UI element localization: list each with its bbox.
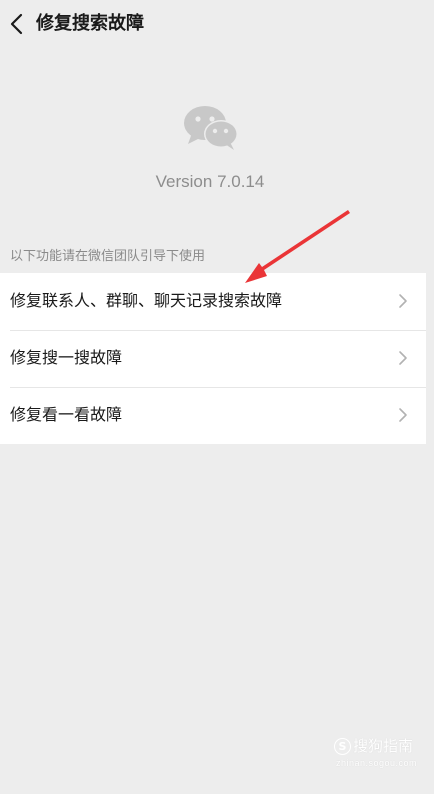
sogou-watermark: S 搜狗指南 zhinan.sogou.com [334, 737, 424, 771]
section-hint: 以下功能请在微信团队引导下使用 [10, 249, 206, 264]
header-bar: 修复搜索故障 [0, 0, 434, 48]
sogou-badge-icon: S [334, 738, 351, 755]
back-arrow-icon [10, 13, 23, 35]
chevron-right-icon [399, 408, 407, 422]
back-button[interactable] [6, 10, 30, 38]
chevron-right-icon [399, 351, 407, 365]
menu-item-label: 修复搜一搜故障 [10, 348, 123, 367]
repair-menu: 修复联系人、群聊、聊天记录搜索故障 修复搜一搜故障 修复看一看故障 [0, 273, 426, 444]
watermark-url: zhinan.sogou.com [336, 758, 418, 768]
menu-item-label: 修复看一看故障 [10, 405, 123, 424]
version-label: Version 7.0.14 [155, 172, 265, 191]
menu-item-repair-top-stories[interactable]: 修复看一看故障 [0, 387, 426, 444]
menu-item-label: 修复联系人、群聊、聊天记录搜索故障 [10, 291, 283, 310]
menu-item-repair-contacts-search[interactable]: 修复联系人、群聊、聊天记录搜索故障 [0, 273, 426, 330]
chevron-right-icon [399, 294, 407, 308]
page-title: 修复搜索故障 [36, 13, 144, 34]
menu-item-repair-search-search[interactable]: 修复搜一搜故障 [0, 330, 426, 387]
wechat-logo-icon [184, 106, 238, 150]
watermark-brand: 搜狗指南 [353, 737, 414, 755]
